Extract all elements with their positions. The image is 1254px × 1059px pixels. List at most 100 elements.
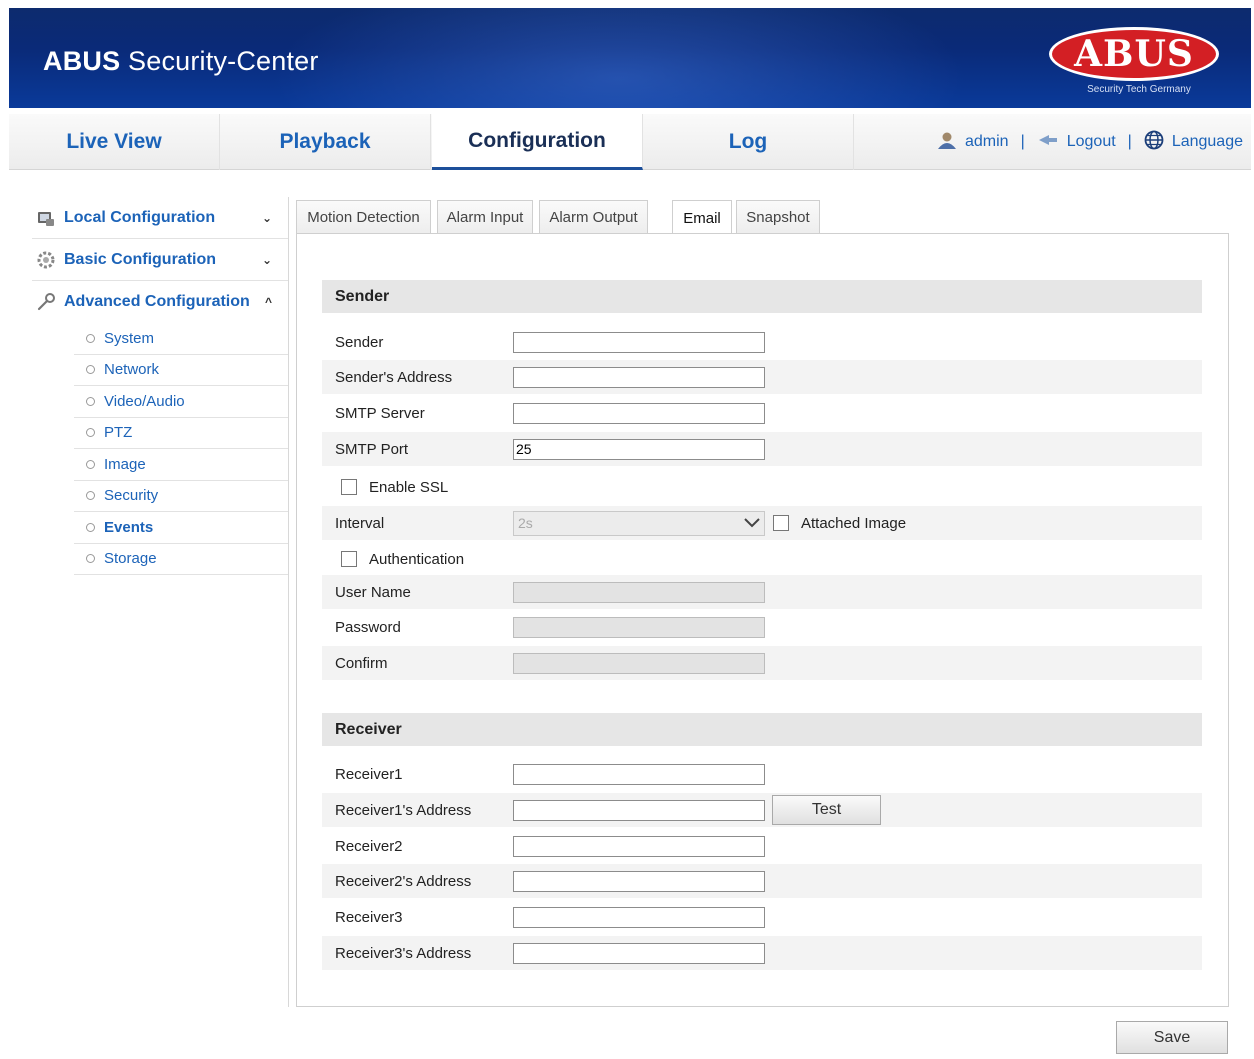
receiver2-name-input[interactable] — [513, 835, 765, 857]
field-label: Receiver2 — [335, 837, 403, 855]
checkbox-label: Authentication — [369, 550, 465, 568]
sender-address-row: Sender's Address — [322, 360, 1202, 394]
receiver2-address-input[interactable] — [513, 870, 765, 892]
local-config-icon — [36, 208, 56, 228]
subtab-label: Snapshot — [746, 209, 810, 226]
user-icon — [937, 131, 957, 154]
receiver1-name-input[interactable] — [513, 763, 765, 785]
separator: | — [1127, 133, 1132, 150]
advanced-subitems: System Network Video/Audio PTZ Image Sec… — [74, 323, 288, 575]
sender-address-input[interactable] — [513, 366, 765, 388]
username[interactable]: admin — [965, 133, 1009, 151]
sender-row: Sender — [322, 325, 1202, 359]
attached-image-checkbox[interactable] — [773, 515, 789, 531]
gear-icon — [36, 250, 56, 270]
radio-dot-icon — [86, 365, 95, 375]
field-label: Receiver1 — [335, 765, 403, 783]
receiver2-row: Receiver2 — [322, 829, 1202, 863]
sidebar-item-label: System — [104, 329, 155, 347]
radio-dot-icon — [86, 459, 95, 469]
sidebar-item-label: Storage — [104, 550, 157, 568]
sidebar-item-image[interactable]: Image — [74, 449, 288, 481]
sidebar-item-video-audio[interactable]: Video/Audio — [74, 386, 288, 418]
sidebar-item-security[interactable]: Security — [74, 481, 288, 512]
test-button[interactable]: Test — [772, 795, 881, 825]
radio-dot-icon — [86, 522, 95, 532]
receiver1-address-row: Receiver1's Address Test — [322, 793, 1202, 827]
field-label: Interval — [335, 514, 385, 532]
subtab-alarm-output[interactable]: Alarm Output — [539, 200, 648, 234]
radio-dot-icon — [86, 554, 95, 564]
radio-dot-icon — [86, 428, 95, 438]
wrench-icon — [36, 292, 56, 312]
sidebar-divider — [288, 197, 289, 1007]
subtab-label: Motion Detection — [307, 209, 420, 226]
tab-configuration-label: Configuration — [468, 128, 606, 152]
field-label: Password — [335, 618, 401, 636]
field-label: Receiver1's Address — [335, 801, 472, 819]
subtab-alarm-input[interactable]: Alarm Input — [437, 200, 533, 234]
separator: | — [1020, 133, 1025, 150]
sidebar-item-label: Video/Audio — [104, 392, 185, 410]
subtab-label: Alarm Input — [446, 209, 524, 226]
sidebar-section-local-configuration[interactable]: Local Configuration ⌄ — [32, 197, 288, 239]
app-title: ABUS Security-Center — [43, 46, 319, 77]
sidebar-item-label: Security — [104, 487, 159, 505]
username-input[interactable] — [513, 581, 765, 603]
sidebar-item-system[interactable]: System — [74, 323, 288, 355]
sidebar-section-advanced-configuration[interactable]: Advanced Configuration ^ — [32, 281, 288, 323]
user-bar: admin | Logout | Language — [937, 114, 1243, 170]
email-settings-panel: Sender Sender Sender's Address SMTP Serv… — [296, 233, 1229, 1007]
sidebar-item-storage[interactable]: Storage — [74, 544, 288, 575]
app-header: ABUS Security-Center ABUS Security Tech … — [9, 8, 1251, 108]
app-title-rest: Security-Center — [120, 46, 319, 76]
sidebar-item-label: Events — [104, 518, 154, 536]
tab-live-view[interactable]: Live View — [9, 114, 220, 170]
field-label: SMTP Port — [335, 440, 409, 458]
field-label: Sender's Address — [335, 368, 453, 386]
enable-ssl-checkbox[interactable] — [341, 479, 357, 495]
receiver3-name-input[interactable] — [513, 906, 765, 928]
sidebar-section-basic-configuration[interactable]: Basic Configuration ⌄ — [32, 239, 288, 281]
receiver1-address-input[interactable] — [513, 799, 765, 821]
sender-section-header: Sender — [322, 280, 1202, 313]
sidebar-item-label: PTZ — [104, 424, 133, 442]
smtp-server-input[interactable] — [513, 402, 765, 424]
language-link[interactable]: Language — [1172, 133, 1243, 151]
field-label: User Name — [335, 583, 411, 601]
field-label: Sender — [335, 333, 384, 351]
abus-logo: ABUS Security Tech Germany — [1049, 27, 1219, 99]
confirm-password-input[interactable] — [513, 652, 765, 674]
checkbox-label: Enable SSL — [369, 478, 449, 496]
subtab-snapshot[interactable]: Snapshot — [736, 200, 820, 234]
sidebar-item-ptz[interactable]: PTZ — [74, 418, 288, 449]
logout-icon — [1037, 133, 1059, 152]
tab-log-label: Log — [728, 130, 768, 153]
globe-icon — [1144, 130, 1164, 155]
username-row: User Name — [322, 575, 1202, 609]
logout-link[interactable]: Logout — [1067, 133, 1116, 151]
tab-log[interactable]: Log — [643, 114, 854, 170]
field-label: SMTP Server — [335, 404, 425, 422]
sidebar-item-events[interactable]: Events — [74, 512, 288, 544]
authentication-checkbox[interactable] — [341, 551, 357, 567]
sidebar-item-label: Network — [104, 361, 160, 379]
chevron-down-icon: ⌄ — [261, 252, 272, 267]
receiver-section-header: Receiver — [322, 713, 1202, 746]
interval-select[interactable]: 2s — [513, 510, 765, 536]
main-nav: Live View Playback Configuration Log adm… — [9, 114, 1251, 170]
password-input[interactable] — [513, 616, 765, 638]
radio-dot-icon — [86, 333, 95, 343]
subtab-email[interactable]: Email — [672, 200, 732, 235]
save-button[interactable]: Save — [1116, 1021, 1228, 1054]
tab-playback[interactable]: Playback — [220, 114, 431, 170]
sidebar-item-network[interactable]: Network — [74, 355, 288, 386]
subtab-motion-detection[interactable]: Motion Detection — [296, 200, 431, 234]
smtp-port-input[interactable] — [513, 438, 765, 460]
receiver3-address-input[interactable] — [513, 942, 765, 964]
subtab-label: Email — [683, 209, 721, 227]
logo-tagline: Security Tech Germany — [1087, 84, 1191, 95]
receiver1-row: Receiver1 — [322, 757, 1202, 791]
sender-name-input[interactable] — [513, 331, 765, 353]
tab-configuration[interactable]: Configuration — [432, 114, 643, 170]
